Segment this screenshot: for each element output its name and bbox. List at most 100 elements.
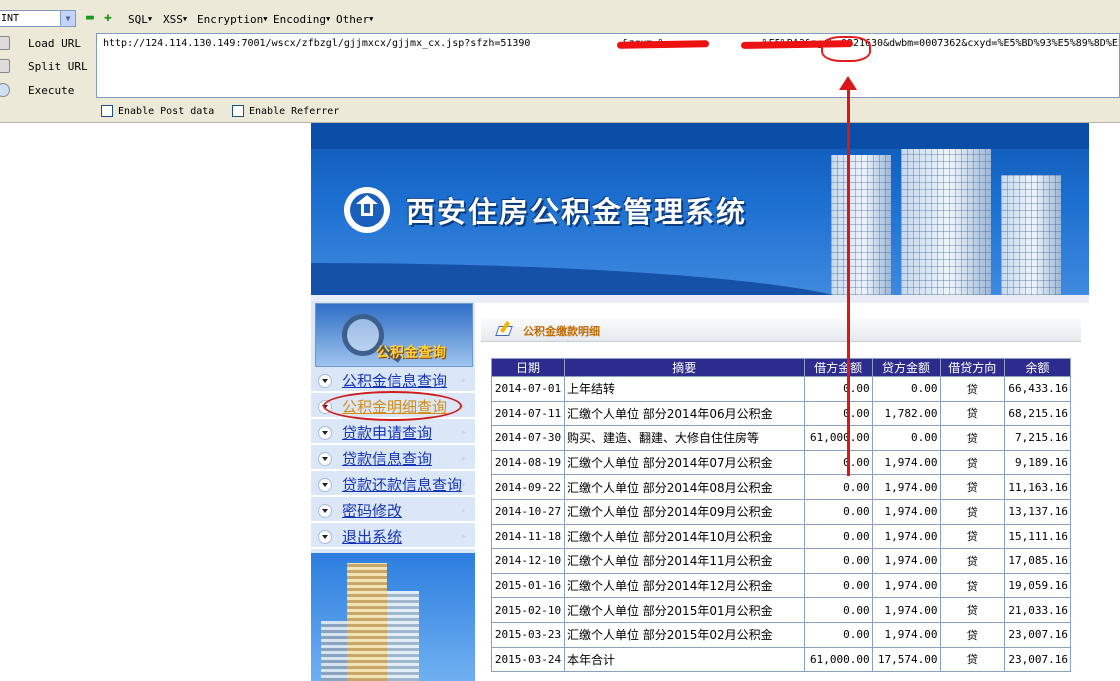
table-row: 2015-03-23 汇缴个人单位 部分2015年02月公积金 0.00 1,974.… [491,621,1072,648]
menu-encryption[interactable]: Encryption▼ [197,13,267,26]
table-cell: 2015-03-24 [491,646,565,673]
table-cell: 2015-01-16 [491,572,565,599]
table-cell: 1,974.00 [871,474,941,500]
menu-loan-application[interactable]: 贷款申请查询 ▸ [311,421,475,445]
injection-type-select[interactable]: INT ▼ [0,10,76,27]
menu-change-password[interactable]: 密码修改 ▸ [311,499,475,523]
table-cell: 0.00 [803,449,873,476]
table-cell: 汇缴个人单位 部分2014年07月公积金 [563,449,805,476]
table-cell: 汇缴个人单位 部分2014年12月公积金 [563,572,805,599]
fund-detail-table: 日期 摘要 借方金额 贷方金额 借贷方向 余额 2014-07-01 上年结转 0.… [491,358,1072,673]
menu-fund-info[interactable]: 公积金信息查询 ▸ [311,369,475,393]
table-cell: 21,033.16 [1003,597,1072,623]
table-row: 2014-12-10 汇缴个人单位 部分2014年11月公积金 0.00 1,974.… [491,548,1072,574]
chevron-down-icon [318,504,332,518]
table-cell: 2014-08-19 [491,449,565,476]
table-cell: 0.00 [803,572,873,599]
table-cell: 61,000.00 [803,425,873,451]
load-url-icon [0,36,10,50]
table-cell: 购买、建造、翻建、大修自住住房等 [563,425,805,451]
table-cell: 23,007.16 [1003,646,1072,673]
table-cell: 汇缴个人单位 部分2015年01月公积金 [563,597,805,623]
table-cell: 0.00 [803,376,873,402]
table-cell: 2014-07-11 [491,400,565,427]
table-cell: 1,974.00 [871,597,941,623]
table-cell: 2015-03-23 [491,621,565,648]
table-row: 2014-08-19 汇缴个人单位 部分2014年07月公积金 0.00 1,974.… [491,449,1072,476]
table-cell: 0.00 [803,498,873,525]
table-cell: 19,059.16 [1003,572,1072,599]
table-cell: 17,085.16 [1003,548,1072,574]
content-header: 公积金缴款明细 [481,318,1081,342]
menu-sql[interactable]: SQL▼ [128,13,152,26]
table-cell: 汇缴个人单位 部分2014年08月公积金 [563,474,805,500]
table-cell: 1,974.00 [871,621,941,648]
table-cell: 0.00 [803,400,873,427]
column-header: 借贷方向 [939,358,1005,377]
menu-other[interactable]: Other▼ [336,13,373,26]
table-cell: 1,974.00 [871,523,941,550]
table-row: 2014-10-27 汇缴个人单位 部分2014年09月公积金 0.00 1,974.… [491,498,1072,525]
table-cell: 贷 [939,572,1005,599]
table-cell: 汇缴个人单位 部分2014年09月公积金 [563,498,805,525]
enable-referrer-checkbox[interactable]: Enable Referrer [232,105,339,117]
table-cell: 17,574.00 [871,646,941,673]
chevron-down-icon [318,478,332,492]
table-cell: 0.00 [871,425,941,451]
table-cell: 1,974.00 [871,572,941,599]
menu-loan-repayment[interactable]: 贷款还款信息查询 ▸ [311,473,475,497]
hackbar-toolbar: INT ▼ ▬ ✚ SQL▼ XSS▼ Encryption▼ Encoding… [0,0,1120,123]
table-cell: 13,137.16 [1003,498,1072,525]
table-cell: 贷 [939,498,1005,525]
content-title: 公积金缴款明细 [523,325,600,338]
url-textarea[interactable]: http://124.114.130.149:7001/wscx/zfbzgl/… [96,33,1120,98]
table-cell: 11,163.16 [1003,474,1072,500]
menu-xss[interactable]: XSS▼ [163,13,187,26]
minus-icon[interactable]: ▬ [86,11,94,24]
table-cell: 贷 [939,621,1005,648]
table-cell: 1,974.00 [871,548,941,574]
table-cell: 2014-12-10 [491,548,565,574]
table-cell: 0.00 [803,621,873,648]
table-cell: 贷 [939,646,1005,673]
table-row: 2014-07-30 购买、建造、翻建、大修自住住房等 61,000.00 0.00 贷… [491,425,1072,451]
redaction-mark [616,40,710,49]
sidebar: 公积金查询 公积金信息查询 ▸ 公积金明细查询 ▸ 贷款申请查询 ▸ 贷款信息查… [311,301,475,681]
sidebar-header: 公积金查询 [315,303,473,367]
table-cell: 汇缴个人单位 部分2014年06月公积金 [563,400,805,427]
hackbar-menubar: INT ▼ ▬ ✚ SQL▼ XSS▼ Encryption▼ Encoding… [0,8,1120,30]
table-row: 2014-07-11 汇缴个人单位 部分2014年06月公积金 0.00 1,782.… [491,400,1072,427]
housing-fund-logo-icon [344,187,390,233]
table-row: 2015-03-24 本年合计 61,000.00 17,574.00 贷 23,007.… [491,646,1072,673]
table-cell: 7,215.16 [1003,425,1072,451]
enable-post-checkbox[interactable]: Enable Post data [101,105,214,117]
menu-encoding[interactable]: Encoding▼ [273,13,330,26]
annotation-arrow-head [839,76,857,90]
table-cell: 2014-09-22 [491,474,565,500]
table-cell: 0.00 [803,523,873,550]
table-row: 2015-02-10 汇缴个人单位 部分2015年01月公积金 0.00 1,974.… [491,597,1072,623]
column-header: 日期 [491,358,565,377]
table-cell: 2015-02-10 [491,597,565,623]
split-url-icon [0,59,10,73]
chevron-down-icon [318,452,332,466]
table-cell: 61,000.00 [803,646,873,673]
site-title: 西安住房公积金管理系统 [406,195,748,229]
table-cell: 1,974.00 [871,449,941,476]
table-cell: 0.00 [871,376,941,402]
menu-loan-info[interactable]: 贷款信息查询 ▸ [311,447,475,471]
annotation-arrow [847,86,850,476]
execute-icon [0,83,10,97]
table-cell: 本年合计 [563,646,805,673]
chevron-down-icon[interactable]: ▼ [60,11,75,26]
chevron-down-icon [318,530,332,544]
main-content: 公积金缴款明细 日期 摘要 借方金额 贷方金额 借贷方向 余额 2014-07-… [475,303,1089,681]
table-row: 2014-07-01 上年结转 0.00 0.00 贷 66,433.16 [491,376,1072,402]
table-cell: 66,433.16 [1003,376,1072,402]
table-cell: 贷 [939,400,1005,427]
table-cell: 2014-10-27 [491,498,565,525]
plus-icon[interactable]: ✚ [104,11,112,24]
site-banner: 西安住房公积金管理系统 [311,123,1089,295]
menu-logout[interactable]: 退出系统 ▸ [311,525,475,549]
table-cell: 0.00 [803,548,873,574]
